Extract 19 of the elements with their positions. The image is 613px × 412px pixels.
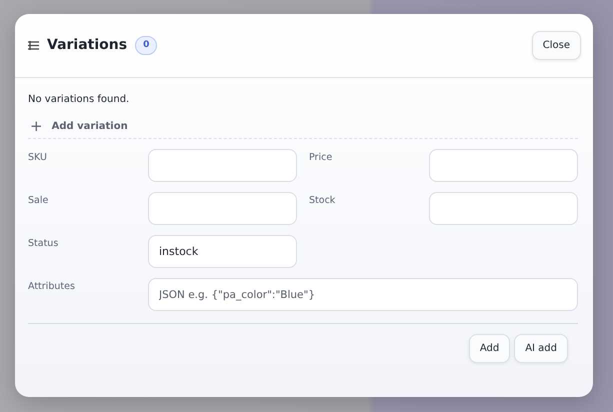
empty-message: No variations found. <box>28 93 130 107</box>
field-label: Status <box>28 237 60 251</box>
input-field[interactable]: instock <box>148 235 297 268</box>
add-variation-link[interactable]: + Add variation <box>28 115 578 139</box>
field-label: Attributes <box>28 280 76 294</box>
list-icon <box>28 41 39 50</box>
field-label: SKU <box>28 151 48 165</box>
count-badge: 0 <box>135 36 158 56</box>
dialog-title: Variations <box>47 36 128 55</box>
field-label: Price <box>309 151 334 165</box>
field-label: Sale <box>28 194 50 208</box>
field-label: Stock <box>309 194 336 208</box>
input-field[interactable] <box>429 149 578 182</box>
input-field[interactable] <box>148 192 297 225</box>
close-button[interactable]: Close <box>532 31 581 60</box>
input-field[interactable] <box>148 149 297 182</box>
action-button[interactable]: AI add <box>514 334 568 363</box>
action-button[interactable]: Add <box>468 334 510 363</box>
input-field[interactable] <box>429 192 578 225</box>
